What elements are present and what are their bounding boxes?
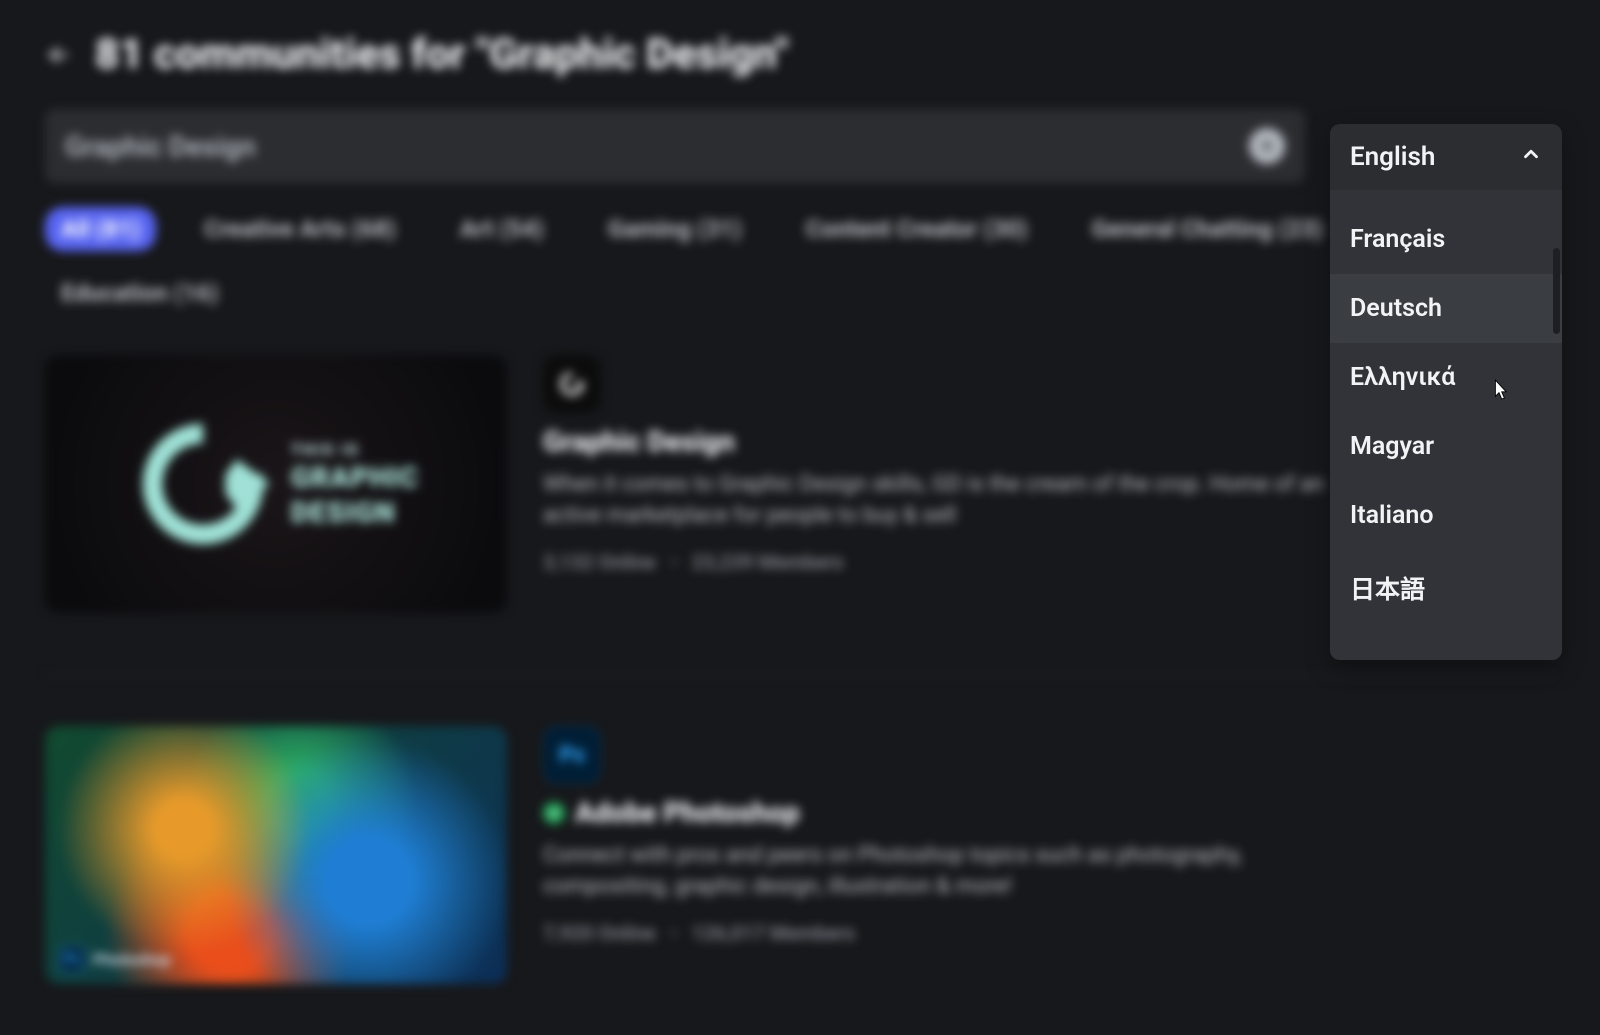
result-title: Adobe Photoshop: [575, 796, 800, 829]
back-arrow-icon[interactable]: [45, 42, 71, 68]
search-row: Graphic Design: [45, 109, 1555, 183]
page-title-prefix: 81 communities for: [95, 30, 476, 79]
thumb-text-big1: GRAPHIC: [291, 461, 419, 494]
language-option[interactable]: Ελληνικά: [1330, 343, 1562, 412]
filter-chip[interactable]: All (81): [45, 207, 156, 251]
chevron-up-icon: [1520, 142, 1542, 172]
filter-chips: All (81) Creative Arts (68) Art (54) Gaming…: [45, 207, 1555, 315]
language-option[interactable]: Deutsch: [1330, 274, 1562, 343]
server-icon: Ps: [543, 726, 601, 784]
language-option[interactable]: 日本語: [1330, 550, 1562, 626]
filter-chip[interactable]: Education (16): [45, 271, 234, 315]
clear-search-icon[interactable]: [1249, 128, 1285, 164]
result-thumbnail: Ps Photoshop: [45, 726, 507, 984]
result-thumbnail: THIS IS GRAPHIC DESIGN: [45, 355, 507, 613]
result-meta: 7,920 Online 126,017 Members: [543, 921, 1555, 945]
language-current-label: English: [1350, 142, 1435, 172]
result-description: When it comes to Graphic Design skills, …: [543, 470, 1363, 532]
filter-chip[interactable]: Art (54): [444, 207, 560, 251]
member-count: 23,239 Members: [692, 550, 844, 574]
search-input[interactable]: Graphic Design: [45, 109, 1305, 183]
thumb-label: Photoshop: [93, 950, 171, 969]
online-count: 7,920 Online: [543, 921, 656, 945]
language-option[interactable]: Français: [1330, 205, 1562, 274]
thumb-text-big2: DESIGN: [291, 496, 419, 529]
search-input-value: Graphic Design: [65, 130, 1249, 163]
result-divider: [45, 675, 1555, 676]
filter-chip[interactable]: Content Creator (30): [790, 207, 1044, 251]
result-title: Graphic Design: [543, 425, 735, 458]
language-option[interactable]: Italiano: [1330, 481, 1562, 550]
verified-icon: [543, 802, 565, 824]
results-list: THIS IS GRAPHIC DESIGN Graphic Design Wh…: [45, 355, 1555, 984]
ps-badge-icon: Ps: [59, 946, 85, 972]
language-option[interactable]: Magyar: [1330, 412, 1562, 481]
member-count: 126,017 Members: [692, 921, 855, 945]
gd-logo-icon: [133, 414, 273, 554]
language-current[interactable]: English: [1330, 124, 1562, 190]
online-count: 3,132 Online: [543, 550, 656, 574]
thumb-label-row: Ps Photoshop: [59, 946, 171, 972]
header-row: 81 communities for "Graphic Design": [45, 30, 1555, 79]
scrollbar-thumb[interactable]: [1553, 248, 1560, 334]
filter-chip[interactable]: General Chatting (23): [1076, 207, 1339, 251]
page-title: 81 communities for "Graphic Design": [95, 30, 788, 79]
result-body: Ps Adobe Photoshop Connect with pros and…: [543, 726, 1555, 984]
result-description: Connect with pros and peers on Photoshop…: [543, 841, 1363, 903]
thumb-text-small: THIS IS: [291, 440, 419, 459]
page-title-query: "Graphic Design": [476, 30, 789, 79]
filter-chip[interactable]: Gaming (31): [592, 207, 758, 251]
filter-chip[interactable]: Creative Arts (68): [188, 207, 412, 251]
language-option-list: NederlandsFrançaisDeutschΕλληνικάMagyarI…: [1330, 190, 1562, 626]
server-icon: [543, 355, 601, 413]
result-item[interactable]: Ps Photoshop Ps Adobe Photoshop Connect …: [45, 726, 1555, 984]
meta-separator-icon: [672, 560, 676, 564]
meta-separator-icon: [672, 931, 676, 935]
language-selector[interactable]: English NederlandsFrançaisDeutschΕλληνικ…: [1330, 124, 1562, 660]
language-option[interactable]: Nederlands: [1330, 190, 1562, 205]
result-item[interactable]: THIS IS GRAPHIC DESIGN Graphic Design Wh…: [45, 355, 1555, 613]
language-list-viewport: NederlandsFrançaisDeutschΕλληνικάMagyarI…: [1330, 190, 1562, 660]
